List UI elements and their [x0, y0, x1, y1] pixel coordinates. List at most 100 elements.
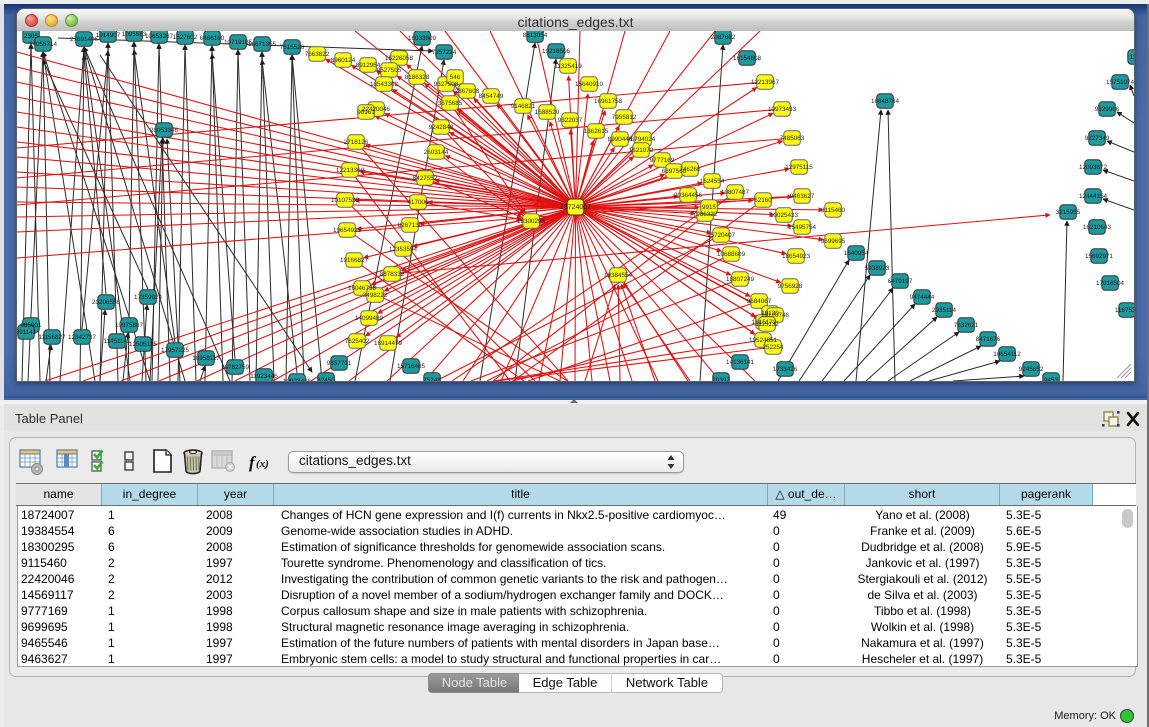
svg-text:14055714: 14055714	[29, 41, 58, 48]
svg-text:6794024: 6794024	[631, 136, 656, 143]
svg-text:16046798: 16046798	[348, 285, 377, 292]
svg-text:3215955: 3215955	[1056, 209, 1081, 216]
svg-text:2305: 2305	[24, 33, 39, 40]
svg-text:15716485: 15716485	[397, 363, 426, 370]
svg-text:12505135: 12505135	[129, 341, 158, 348]
svg-text:16961758: 16961758	[594, 98, 623, 105]
svg-text:2718126: 2718126	[344, 139, 369, 146]
svg-text:8427552: 8427552	[413, 175, 438, 182]
svg-text:10654112: 10654112	[993, 351, 1021, 358]
svg-text:9915: 9915	[702, 204, 717, 211]
svg-text:10120746: 10120746	[761, 312, 790, 319]
svg-text:10688609: 10688609	[717, 251, 746, 258]
svg-text:1640954: 1640954	[844, 250, 869, 257]
svg-text:11451141: 11451141	[103, 338, 131, 345]
svg-text:15692971: 15692971	[1085, 253, 1114, 260]
svg-text:75248: 75248	[423, 377, 441, 381]
svg-text:9115460: 9115460	[821, 207, 846, 214]
svg-text:16914479: 16914479	[374, 340, 403, 347]
svg-text:391141: 391141	[17, 329, 37, 336]
svg-text:12213369: 12213369	[336, 167, 365, 174]
svg-text:12444154: 12444154	[1079, 193, 1108, 200]
svg-text:6466160: 6466160	[200, 35, 225, 42]
svg-text:7955812: 7955812	[612, 114, 637, 121]
svg-text:19524851: 19524851	[749, 337, 778, 344]
svg-text:14136141: 14136141	[726, 359, 755, 366]
svg-text:7986322: 7986322	[693, 211, 718, 218]
svg-text:1621072: 1621072	[629, 147, 654, 154]
svg-text:1115132: 1115132	[755, 321, 779, 328]
svg-text:12353594: 12353594	[389, 246, 418, 253]
svg-text:7357224: 7357224	[432, 49, 457, 56]
svg-text:15226058: 15226058	[385, 55, 414, 62]
svg-text:27691406: 27691406	[70, 36, 99, 43]
svg-text:10025433: 10025433	[770, 212, 799, 219]
svg-text:5938923: 5938923	[865, 265, 890, 272]
svg-text:19166827: 19166827	[340, 257, 369, 264]
svg-text:7663822: 7663822	[305, 51, 330, 58]
svg-text:16782759: 16782759	[221, 364, 250, 371]
svg-text:9327508: 9327508	[434, 81, 459, 88]
svg-text:11325419: 11325419	[554, 63, 582, 70]
svg-text:18807249: 18807249	[726, 276, 755, 283]
svg-text:1113: 1113	[1129, 54, 1134, 61]
svg-text:12342737: 12342737	[68, 334, 97, 341]
svg-text:16671355: 16671355	[248, 41, 277, 48]
svg-text:62160: 62160	[754, 197, 772, 204]
svg-text:18724007: 18724007	[560, 204, 591, 211]
svg-text:8878332: 8878332	[380, 271, 405, 278]
svg-text:15751074: 15751074	[1106, 79, 1134, 86]
svg-text:11923446: 11923446	[250, 373, 278, 380]
svg-text:9453: 9453	[1044, 377, 1059, 381]
svg-text:9329966: 9329966	[1095, 106, 1120, 113]
svg-text:9777169: 9777169	[650, 157, 675, 164]
svg-text:10107533: 10107533	[331, 197, 360, 204]
svg-text:15640910: 15640910	[575, 81, 604, 88]
svg-text:1167534: 1167534	[1115, 307, 1134, 314]
svg-text:15720407: 15720407	[707, 232, 736, 239]
svg-text:3498222: 3498222	[363, 292, 388, 299]
svg-text:9857791: 9857791	[327, 360, 352, 367]
svg-text:7485063: 7485063	[780, 135, 805, 142]
svg-text:8186328: 8186328	[405, 74, 430, 81]
svg-text:17016504: 17016504	[1096, 280, 1125, 287]
svg-text:12213967: 12213967	[751, 79, 780, 86]
svg-text:82450: 82450	[317, 377, 335, 381]
svg-text:9245652: 9245652	[1019, 366, 1044, 373]
svg-text:2867608: 2867608	[455, 88, 480, 95]
svg-text:417006: 417006	[407, 199, 429, 206]
svg-text:10923446: 10923446	[283, 378, 312, 381]
svg-text:12975115: 12975115	[785, 164, 813, 171]
svg-text:2603144: 2603144	[424, 149, 449, 156]
svg-text:9463627: 9463627	[790, 193, 815, 200]
svg-text:8267130: 8267130	[398, 222, 423, 229]
svg-text:9227349: 9227349	[1085, 135, 1110, 142]
svg-text:6479197: 6479197	[888, 278, 913, 285]
svg-text:16210643: 16210643	[1083, 224, 1112, 231]
svg-text:1588520: 1588520	[535, 109, 560, 116]
svg-text:18654923: 18654923	[782, 253, 811, 260]
svg-text:20206556: 20206556	[92, 299, 121, 306]
svg-text:19384554: 19384554	[604, 272, 633, 279]
svg-text:16648784: 16648784	[871, 98, 900, 105]
svg-text:2087682: 2087682	[711, 34, 736, 41]
svg-text:19654923: 19654923	[333, 227, 362, 234]
svg-text:9527505: 9527505	[377, 67, 402, 74]
svg-text:9146821: 9146821	[511, 103, 536, 110]
svg-text:8471676: 8471676	[976, 336, 1001, 343]
svg-text:17359924: 17359924	[134, 294, 163, 301]
svg-text:252254: 252254	[762, 344, 784, 351]
svg-text:16154808: 16154808	[733, 55, 762, 62]
svg-text:20397: 20397	[712, 377, 730, 381]
svg-text:746266: 746266	[679, 166, 701, 173]
svg-text:12093872: 12093872	[1079, 164, 1108, 171]
svg-text:985001: 985001	[20, 322, 42, 329]
svg-text:7625402: 7625402	[345, 338, 370, 345]
svg-text:9474444: 9474444	[910, 294, 935, 301]
svg-text:1362615: 1362615	[584, 128, 609, 135]
svg-text:1733426: 1733426	[773, 366, 798, 373]
svg-text:(x): (x)	[256, 458, 269, 470]
svg-text:8990448: 8990448	[608, 136, 633, 143]
svg-text:1624554: 1624554	[700, 178, 725, 185]
svg-text:11156827: 11156827	[38, 334, 66, 341]
